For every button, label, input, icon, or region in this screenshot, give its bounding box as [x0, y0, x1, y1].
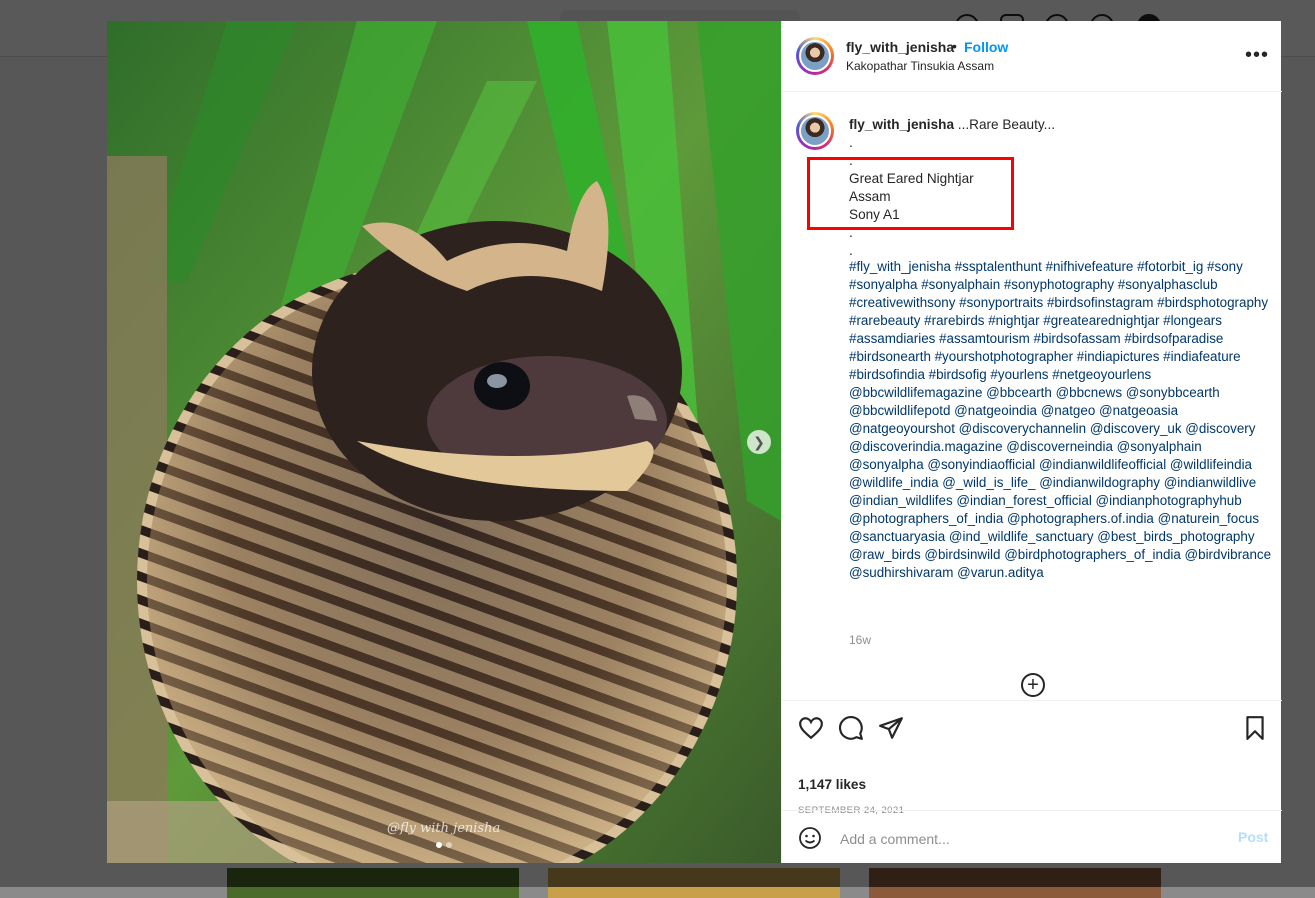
carousel-indicator	[436, 842, 452, 848]
author-avatar[interactable]	[796, 37, 834, 75]
next-photo-button[interactable]: ❯	[747, 430, 771, 454]
post-comment-button[interactable]: Post	[1238, 829, 1268, 845]
comment-input[interactable]	[838, 827, 1202, 851]
highlight-box	[807, 157, 1014, 230]
plus-circle-icon[interactable]: +	[1021, 673, 1045, 697]
more-options-icon[interactable]: •••	[1245, 45, 1269, 65]
comment-icon[interactable]	[838, 715, 864, 741]
photo-watermark: @fly with jenisha	[387, 821, 501, 836]
post-header: fly_with_jenisha • Follow Kakopathar Tin…	[782, 21, 1282, 92]
bookmark-icon[interactable]	[1242, 715, 1268, 741]
post-image[interactable]: @fly with jenisha ❯	[107, 21, 781, 863]
emoji-icon[interactable]	[798, 826, 822, 850]
caption-line: .	[849, 135, 853, 150]
carousel-dot	[436, 842, 442, 848]
caption-username[interactable]: fly_with_jenisha	[849, 117, 954, 132]
post-modal: @fly with jenisha ❯ fly_with_jenisha • F…	[107, 21, 1282, 864]
post-location[interactable]: Kakopathar Tinsukia Assam	[846, 59, 994, 73]
likes-count[interactable]: 1,147 likes	[798, 777, 866, 792]
caption-author-avatar[interactable]	[796, 112, 834, 150]
caption-time-ago: 16w	[849, 633, 872, 647]
caption-hashtags[interactable]: #fly_with_jenisha #ssptalenthunt #nifhiv…	[849, 258, 1274, 582]
heart-icon[interactable]	[798, 715, 824, 741]
chevron-right-icon: ❯	[753, 433, 765, 450]
caption-first-line: ...Rare Beauty...	[954, 117, 1056, 132]
comment-bar: Post	[782, 810, 1282, 864]
follow-button[interactable]: Follow	[964, 39, 1008, 55]
nightjar-photo	[107, 21, 781, 863]
post-details-panel: fly_with_jenisha • Follow Kakopathar Tin…	[781, 21, 1282, 864]
paper-plane-icon[interactable]	[878, 715, 904, 741]
author-username[interactable]: fly_with_jenisha	[846, 39, 954, 55]
carousel-dot	[446, 842, 452, 848]
header-separator: •	[952, 38, 957, 54]
